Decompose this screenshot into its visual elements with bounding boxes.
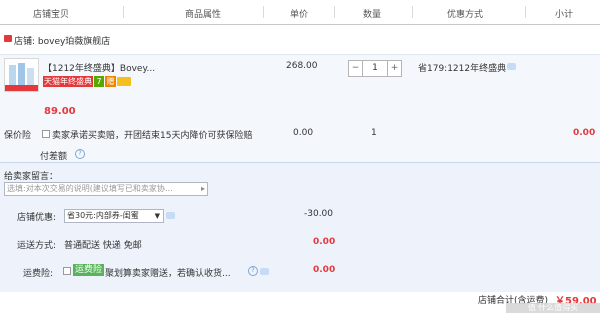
shop-icon (4, 35, 12, 42)
header-col-price: 单价 (290, 10, 309, 20)
shop-discount-value: 省30元:内部券-闺蜜 (67, 211, 139, 220)
quantity-stepper[interactable]: − 1 + (348, 60, 402, 77)
insurance-subtotal: 0.00 (573, 128, 596, 138)
insurance-desc-cont: 付差额 (40, 152, 68, 162)
header-separator (123, 6, 124, 18)
comment-icon[interactable] (166, 212, 175, 219)
help-icon[interactable]: ? (75, 149, 85, 159)
shop-discount-label: 店铺优惠: (17, 213, 57, 223)
comment-icon[interactable] (260, 268, 269, 275)
insurance-label: 保价险 (4, 131, 32, 141)
product-price: 89.00 (44, 106, 76, 117)
cart-header: 店铺宝贝 商品属性 单价 数量 优惠方式 小计 (0, 0, 600, 25)
header-separator (525, 6, 526, 18)
product-thumbnail[interactable] (4, 58, 39, 92)
insurance-desc: 卖家承诺买卖赔，开团结束15天内降价可获保险赔 (52, 131, 253, 141)
resize-handle-icon: ▸ (200, 184, 205, 193)
quantity-input[interactable]: 1 (363, 61, 387, 76)
insurance-qty: 1 (371, 128, 377, 138)
help-icon[interactable]: ? (248, 266, 258, 276)
insurance-price: 0.00 (293, 128, 314, 138)
freight-insurance-desc: 聚划算卖家赠送，若确认收货... (105, 269, 231, 279)
decrease-button[interactable]: − (349, 61, 363, 76)
unit-price: 268.00 (286, 61, 318, 71)
promo-tag: 天猫年终盛典 (43, 76, 93, 87)
shipping-label: 运送方式: (17, 241, 57, 251)
shipping-amount: 0.00 (313, 237, 336, 247)
product-title[interactable]: 【1212年终盛典】Bovey... (43, 61, 155, 74)
shipping-method[interactable]: 普通配送 快递 免邮 (64, 238, 142, 251)
header-col-qty: 数量 (363, 10, 382, 20)
shop-discount-select[interactable]: 省30元:内部券-闺蜜 ▼ (64, 209, 164, 223)
promo-tag: 7 (94, 76, 104, 87)
header-col-attr: 商品属性 (185, 10, 222, 20)
coupon-icon (117, 77, 131, 86)
header-separator (412, 6, 413, 18)
header-separator (334, 6, 335, 18)
chevron-down-icon: ▼ (154, 212, 160, 220)
message-input[interactable]: 选填:对本次交易的说明(建议填写已和卖家协… ▸ (4, 182, 208, 196)
freight-insurance-amount: 0.00 (313, 265, 336, 275)
gift-tag: 赠 (105, 76, 116, 87)
header-col-item: 店铺宝贝 (33, 10, 70, 20)
shop-name[interactable]: 店铺: bovey珀薇旗舰店 (14, 34, 110, 47)
comment-icon[interactable] (507, 63, 516, 70)
header-col-subtotal: 小计 (555, 10, 574, 20)
insurance-checkbox[interactable] (42, 130, 50, 138)
freight-insurance-badge: 运费险 (73, 264, 105, 276)
freight-insurance-checkbox[interactable] (63, 267, 71, 275)
header-separator (263, 6, 264, 18)
shop-row: 店铺: bovey珀薇旗舰店 (0, 24, 600, 54)
increase-button[interactable]: + (387, 61, 401, 76)
header-col-discount: 优惠方式 (447, 10, 484, 20)
message-placeholder: 选填:对本次交易的说明(建议填写已和卖家协… (7, 184, 173, 193)
freight-insurance-label: 运费险: (23, 269, 54, 279)
discount-text: 省179:1212年终盛典 (418, 64, 507, 74)
shop-discount-amount: -30.00 (304, 209, 334, 219)
message-label: 给卖家留言： (4, 172, 59, 182)
